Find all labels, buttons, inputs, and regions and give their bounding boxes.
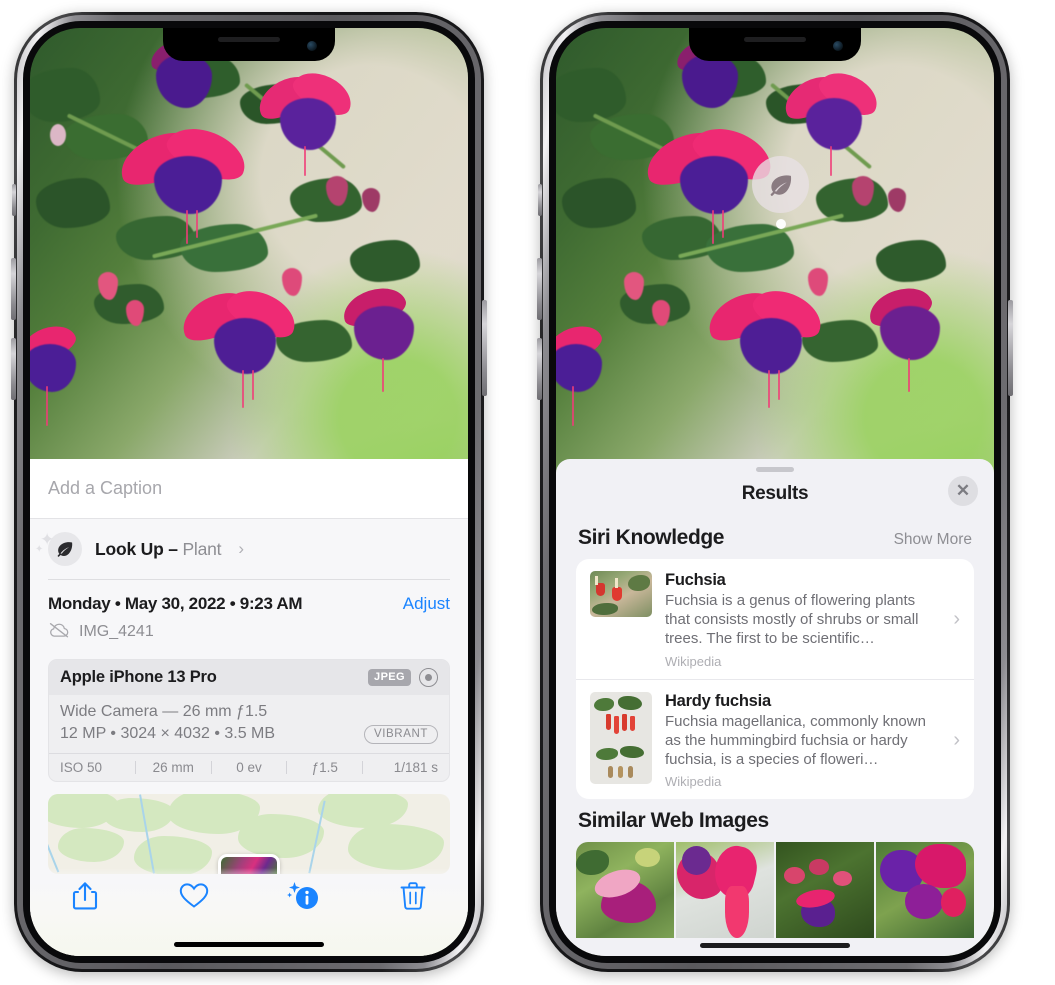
- web-image-thumb[interactable]: [576, 842, 674, 939]
- adjust-button[interactable]: Adjust: [403, 594, 450, 614]
- info-button[interactable]: [277, 878, 331, 918]
- screenshot-canvas: Add a Caption ✦ ✦ Look Up – Plant › Mond…: [0, 0, 1055, 985]
- front-camera-icon: [833, 41, 843, 51]
- look-up-label: Look Up – Plant: [95, 538, 222, 560]
- photo-date: Monday • May 30, 2022 • 9:23 AM: [48, 593, 303, 613]
- chevron-right-icon: ›: [953, 608, 960, 631]
- result-title: Fuchsia: [665, 571, 726, 589]
- photo-toolbar: [30, 868, 468, 956]
- info-sparkle-icon: [286, 880, 321, 917]
- share-icon: [72, 881, 98, 916]
- chevron-right-icon: ›: [953, 728, 960, 751]
- silence-switch-left[interactable]: [12, 184, 16, 216]
- close-icon[interactable]: ✕: [948, 476, 978, 506]
- home-indicator-right: [700, 943, 850, 948]
- volume-up-button-left[interactable]: [11, 258, 16, 320]
- leaf-icon: ✦ ✦: [35, 530, 82, 566]
- silence-switch-right[interactable]: [538, 184, 542, 216]
- leaf-icon: [752, 156, 809, 213]
- delete-button[interactable]: [386, 878, 440, 918]
- visual-lookup-results-sheet: Results ✕ Siri Knowledge Show More Fuchs…: [556, 459, 994, 956]
- result-description: Fuchsia magellanica, commonly known as t…: [665, 712, 926, 768]
- caption-placeholder: Add a Caption: [48, 478, 163, 498]
- siri-knowledge-title: Siri Knowledge: [578, 526, 725, 549]
- camera-device-name: Apple iPhone 13 Pro: [60, 667, 217, 686]
- exif-iso: ISO 50: [60, 759, 103, 775]
- camera-specs: 12 MP • 3024 × 4032 • 3.5 MB: [60, 725, 276, 742]
- photo-filename: IMG_4241: [79, 623, 154, 640]
- exif-focal: 26 mm: [152, 759, 194, 775]
- location-map[interactable]: [48, 793, 450, 874]
- web-image-thumb[interactable]: [776, 842, 874, 939]
- photographic-style-badge: VIBRANT: [363, 724, 438, 744]
- exif-row: ISO 50 26 mm 0 ev ƒ1.5 1/181 s: [49, 752, 449, 781]
- home-indicator-left: [174, 942, 324, 947]
- result-source: Wikipedia: [665, 774, 722, 790]
- result-thumbnail: [590, 571, 652, 617]
- front-camera-icon: [307, 41, 317, 51]
- photo-metadata: Monday • May 30, 2022 • 9:23 AM Adjust I…: [30, 580, 468, 649]
- trash-icon: [400, 881, 426, 916]
- web-image-thumb[interactable]: [876, 842, 974, 939]
- side-power-button-left[interactable]: [482, 300, 487, 396]
- share-button[interactable]: [58, 878, 112, 918]
- screen-right: Results ✕ Siri Knowledge Show More Fuchs…: [556, 28, 994, 956]
- volume-down-button-right[interactable]: [537, 338, 542, 400]
- results-header: Results ✕: [556, 472, 994, 516]
- look-up-action: Look Up: [95, 538, 164, 559]
- earpiece-speaker: [218, 37, 280, 42]
- camera-lens-info: Wide Camera — 26 mm ƒ1.5: [60, 702, 268, 720]
- earpiece-speaker: [744, 37, 806, 42]
- result-source: Wikipedia: [665, 653, 722, 669]
- exif-ev: 0 ev: [236, 759, 262, 775]
- iphone-left: Add a Caption ✦ ✦ Look Up – Plant › Mond…: [11, 12, 487, 972]
- similar-web-images-header: Similar Web Images: [556, 799, 994, 842]
- web-image-thumb[interactable]: [676, 842, 774, 939]
- notch-left: [163, 28, 335, 61]
- aperture-icon: [419, 667, 438, 687]
- detection-anchor-dot: [775, 219, 786, 229]
- look-up-row[interactable]: ✦ ✦ Look Up – Plant ›: [30, 519, 468, 579]
- iphone-right: Results ✕ Siri Knowledge Show More Fuchs…: [537, 12, 1013, 972]
- exif-shutter: 1/181 s: [393, 759, 438, 775]
- look-up-dash: –: [163, 538, 183, 559]
- list-item[interactable]: Hardy fuchsia Fuchsia magellanica, commo…: [576, 678, 974, 800]
- look-up-subject: Plant: [182, 538, 222, 559]
- screen-left: Add a Caption ✦ ✦ Look Up – Plant › Mond…: [30, 28, 468, 956]
- camera-card-header: Apple iPhone 13 Pro JPEG: [49, 659, 449, 695]
- similar-web-images-title: Similar Web Images: [578, 809, 769, 833]
- notch-right: [689, 28, 861, 61]
- file-format-badge: JPEG: [368, 668, 411, 686]
- result-description: Fuchsia is a genus of flowering plants t…: [665, 592, 919, 648]
- camera-card-body: Wide Camera — 26 mm ƒ1.5 12 MP • 3024 × …: [49, 695, 449, 753]
- siri-knowledge-card: Fuchsia Fuchsia is a genus of flowering …: [576, 559, 974, 800]
- camera-info-card[interactable]: Apple iPhone 13 Pro JPEG Wide Camera — 2…: [48, 658, 450, 782]
- side-power-button-right[interactable]: [1008, 300, 1013, 396]
- volume-down-button-left[interactable]: [11, 338, 16, 400]
- exif-aperture: ƒ1.5: [311, 759, 338, 775]
- heart-icon: [179, 882, 209, 914]
- favorite-button[interactable]: [167, 878, 221, 918]
- result-thumbnail: [590, 691, 652, 784]
- icloud-slash-icon: [48, 622, 70, 643]
- results-title: Results: [741, 483, 809, 504]
- result-title: Hardy fuchsia: [665, 691, 771, 710]
- similar-web-images-strip[interactable]: [576, 842, 974, 939]
- list-item[interactable]: Fuchsia Fuchsia is a genus of flowering …: [576, 559, 974, 679]
- show-more-button[interactable]: Show More: [894, 531, 972, 549]
- volume-up-button-right[interactable]: [537, 258, 542, 320]
- chevron-right-icon: ›: [238, 539, 245, 558]
- sparkle-icon-small: ✦: [35, 544, 44, 555]
- visual-lookup-badge[interactable]: [752, 156, 809, 229]
- photo-info-sheet: Add a Caption ✦ ✦ Look Up – Plant › Mond…: [30, 459, 468, 956]
- caption-input[interactable]: Add a Caption: [30, 459, 468, 519]
- siri-knowledge-header: Siri Knowledge Show More: [556, 516, 994, 559]
